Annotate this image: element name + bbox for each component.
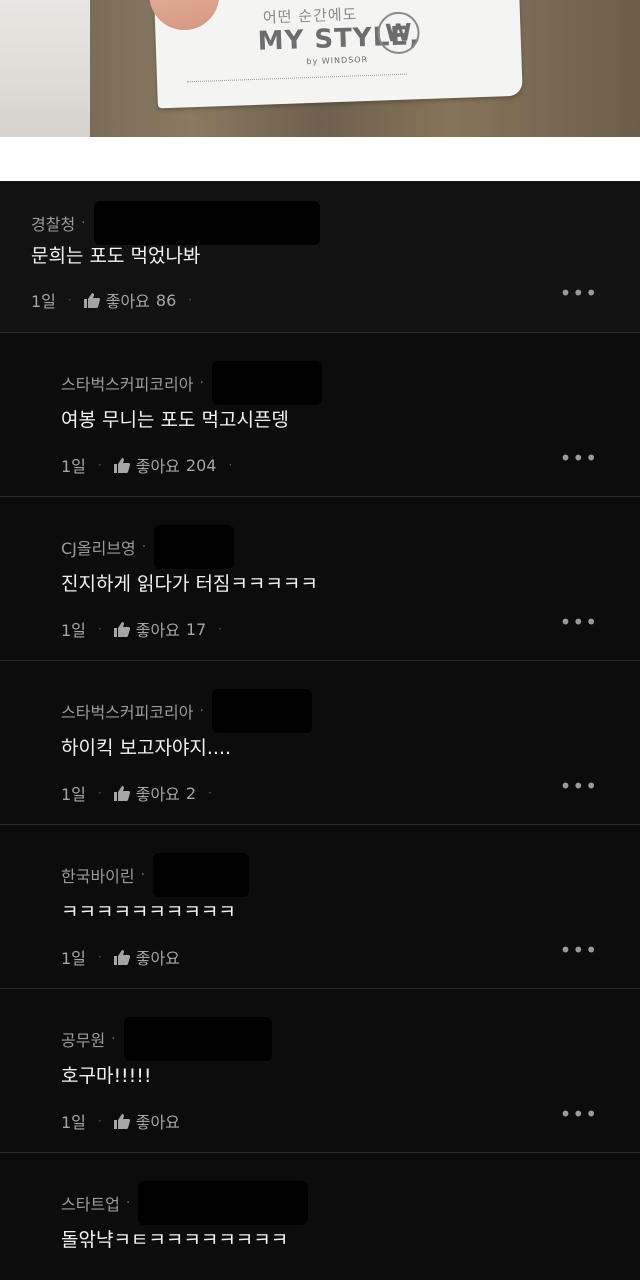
comment-text: 진지하게 읽다가 터짐ㅋㅋㅋㅋㅋ bbox=[61, 573, 318, 595]
comment-meta: 1일 · 좋아요 204 · bbox=[61, 453, 244, 477]
separator-dot: · bbox=[140, 867, 146, 883]
more-dots-icon[interactable]: ••• bbox=[560, 774, 598, 798]
like-count: 86 bbox=[155, 290, 177, 310]
like-button[interactable]: 좋아요 86 bbox=[83, 288, 177, 312]
more-dots-icon[interactable]: ••• bbox=[560, 1102, 598, 1126]
like-button[interactable]: 좋아요 204 bbox=[113, 453, 217, 477]
comment-header: 스타트업 · bbox=[61, 1181, 309, 1225]
more-dots-icon[interactable]: ••• bbox=[560, 938, 598, 962]
like-label: 좋아요 bbox=[135, 785, 180, 804]
comment-text: 문희는 포도 먹었나봐 bbox=[31, 245, 201, 267]
comment-time: 1일 bbox=[61, 949, 86, 968]
separator-dot: · bbox=[111, 1031, 116, 1047]
comment-header: 스타벅스커피코리아 · bbox=[61, 361, 322, 405]
separator-dot: · bbox=[97, 1114, 102, 1128]
comment-author[interactable]: CJ올리브영 bbox=[61, 535, 136, 559]
thumbs-up-icon bbox=[83, 292, 100, 308]
comment-item: 경찰청 · 문희는 포도 먹었나봐 1일 · 좋아요 86 · ••• bbox=[0, 181, 640, 333]
like-button[interactable]: 좋아요 2 bbox=[113, 781, 197, 805]
separator-dot: · bbox=[188, 293, 193, 307]
separator-dot: · bbox=[199, 703, 204, 719]
comment-author[interactable]: 공무원 bbox=[61, 1027, 105, 1051]
comment-text: 호구마!!!!! bbox=[61, 1065, 152, 1087]
thumbs-up-icon bbox=[113, 457, 130, 473]
comment-header: 스타벅스커피코리아 · bbox=[61, 689, 312, 733]
photo: 어떤 순간에도 MY STYLE, by WINDSOR W bbox=[0, 0, 640, 137]
comment-time: 1일 bbox=[61, 785, 86, 804]
comment-item: 공무원 · 호구마!!!!! 1일 · 좋아요 ••• bbox=[0, 989, 640, 1153]
redacted-block bbox=[138, 1181, 309, 1225]
comment-header: 경찰청 · bbox=[31, 201, 320, 245]
comment-author[interactable]: 경찰청 bbox=[31, 211, 75, 235]
comment-meta: 1일 · 좋아요 17 · bbox=[61, 617, 234, 641]
comment-item: 스타벅스커피코리아 · 여봉 무니는 포도 먹고시픈뎅 1일 · 좋아요 204… bbox=[0, 333, 640, 497]
comment-meta: 1일 · 좋아요 bbox=[61, 1109, 180, 1133]
comment-header: CJ올리브영 · bbox=[61, 525, 235, 569]
comment-text: 하이킥 보고자야지.... bbox=[61, 737, 232, 759]
like-button[interactable]: 좋아요 bbox=[113, 1109, 180, 1133]
like-label: 좋아요 bbox=[105, 292, 150, 311]
separator-dot: · bbox=[81, 215, 86, 231]
like-label: 좋아요 bbox=[135, 457, 180, 476]
comment-item: CJ올리브영 · 진지하게 읽다가 터짐ㅋㅋㅋㅋㅋ 1일 · 좋아요 17 · … bbox=[0, 497, 640, 661]
thumbs-up-icon bbox=[113, 1113, 130, 1129]
card-fine-print bbox=[187, 73, 408, 87]
card-subtitle: by WINDSOR bbox=[306, 54, 369, 67]
like-count: 2 bbox=[185, 783, 197, 803]
comment-item: 스타벅스커피코리아 · 하이킥 보고자야지.... 1일 · 좋아요 2 · •… bbox=[0, 661, 640, 825]
separator-dot: · bbox=[141, 539, 147, 555]
separator-dot: · bbox=[97, 622, 102, 636]
comment-meta: 1일 · 좋아요 86 · bbox=[31, 288, 204, 312]
comment-time: 1일 bbox=[61, 1113, 86, 1132]
comment-list: 경찰청 · 문희는 포도 먹었나봐 1일 · 좋아요 86 · ••• 스타벅스… bbox=[0, 181, 640, 1280]
thumbs-up-icon bbox=[113, 785, 130, 801]
comment-meta: 1일 · 좋아요 2 · bbox=[61, 781, 224, 805]
comment-item: 스타트업 · 돌앆냑ㅋㅌㅋㅋㅋㅋㅋㅋㅋㅋ bbox=[0, 1153, 640, 1280]
redacted-block bbox=[154, 525, 235, 569]
separator-dot: · bbox=[218, 622, 223, 636]
comment-item: 한국바이린 · ㅋㅋㅋㅋㅋㅋㅋㅋㅋㅋ 1일 · 좋아요 ••• bbox=[0, 825, 640, 989]
separator-dot: · bbox=[125, 1195, 131, 1211]
like-label: 좋아요 bbox=[135, 1113, 180, 1132]
thumbs-up-icon bbox=[113, 621, 130, 637]
separator-dot: · bbox=[208, 786, 212, 800]
separator-dot: · bbox=[97, 786, 102, 800]
separator-dot: · bbox=[97, 950, 102, 964]
separator-dot: · bbox=[67, 293, 72, 307]
comment-text: ㅋㅋㅋㅋㅋㅋㅋㅋㅋㅋ bbox=[61, 901, 236, 923]
like-button[interactable]: 좋아요 17 bbox=[113, 617, 207, 641]
comment-author[interactable]: 스타벅스커피코리아 bbox=[61, 371, 193, 395]
comment-time: 1일 bbox=[61, 457, 86, 476]
separator-dot: · bbox=[97, 458, 102, 472]
like-count: 204 bbox=[185, 455, 217, 475]
redacted-block bbox=[153, 853, 250, 897]
redacted-block bbox=[211, 361, 322, 405]
comment-time: 1일 bbox=[31, 292, 56, 311]
redacted-block bbox=[123, 1017, 272, 1061]
redacted-block bbox=[93, 201, 320, 245]
like-button[interactable]: 좋아요 bbox=[113, 945, 180, 969]
comment-author[interactable]: 스타벅스커피코리아 bbox=[61, 699, 193, 723]
thumbs-up-icon bbox=[113, 949, 130, 965]
like-label: 좋아요 bbox=[135, 949, 180, 968]
comment-header: 한국바이린 · bbox=[61, 853, 250, 897]
comment-author[interactable]: 한국바이린 bbox=[61, 863, 135, 887]
separator-dot: · bbox=[228, 458, 233, 472]
wall-background bbox=[0, 0, 90, 137]
comment-text: 여봉 무니는 포도 먹고시픈뎅 bbox=[61, 409, 289, 431]
comment-author[interactable]: 스타트업 bbox=[61, 1191, 120, 1215]
comment-header: 공무원 · bbox=[61, 1017, 272, 1061]
comment-text: 돌앆냑ㅋㅌㅋㅋㅋㅋㅋㅋㅋㅋ bbox=[61, 1229, 289, 1251]
more-dots-icon[interactable]: ••• bbox=[560, 281, 598, 305]
more-dots-icon[interactable]: ••• bbox=[560, 610, 598, 634]
comment-meta: 1일 · 좋아요 bbox=[61, 945, 180, 969]
redacted-block bbox=[211, 689, 312, 733]
separator-dot: · bbox=[199, 375, 204, 391]
like-count: 17 bbox=[185, 619, 207, 639]
more-dots-icon[interactable]: ••• bbox=[560, 446, 598, 470]
comment-time: 1일 bbox=[61, 621, 86, 640]
like-label: 좋아요 bbox=[135, 621, 180, 640]
